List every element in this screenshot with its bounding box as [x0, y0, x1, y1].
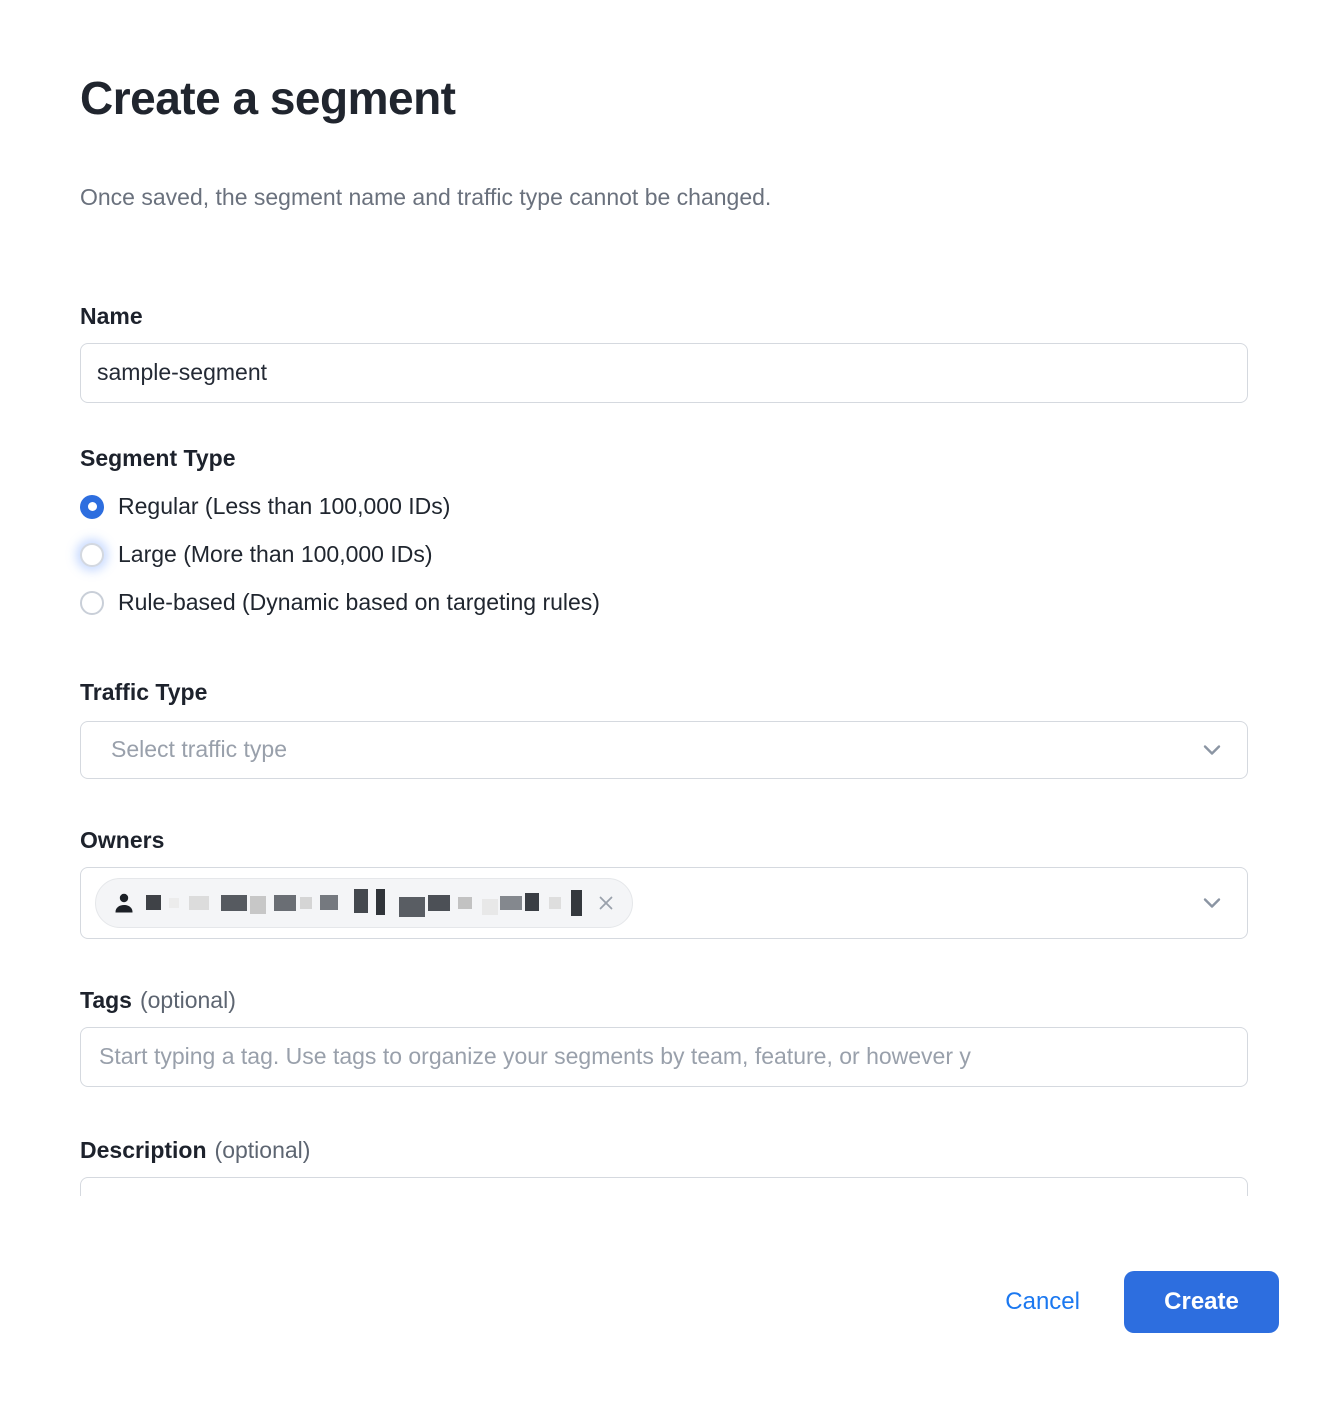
radio-unselected-icon[interactable]: [80, 591, 104, 615]
description-group: Description (optional): [80, 1135, 1248, 1196]
segment-type-label: Segment Type: [80, 443, 1248, 473]
radio-option-regular[interactable]: Regular (Less than 100,000 IDs): [80, 483, 1248, 531]
modal-body: Create a segment Once saved, the segment…: [0, 0, 1328, 1196]
description-textarea[interactable]: [80, 1177, 1248, 1196]
description-optional-text: (optional): [215, 1137, 311, 1163]
radio-option-large[interactable]: Large (More than 100,000 IDs): [80, 531, 1248, 579]
segment-type-group: Segment Type Regular (Less than 100,000 …: [80, 443, 1248, 627]
chevron-down-icon: [1199, 737, 1225, 763]
owners-select[interactable]: [80, 867, 1248, 939]
name-input[interactable]: [80, 343, 1248, 403]
owners-group: Owners: [80, 825, 1248, 939]
chevron-down-icon: [1199, 890, 1225, 916]
description-label-text: Description: [80, 1137, 207, 1163]
radio-option-label: Rule-based (Dynamic based on targeting r…: [118, 589, 600, 616]
tags-label: Tags (optional): [80, 985, 1248, 1015]
name-field-group: Name: [80, 301, 1248, 403]
traffic-type-label: Traffic Type: [80, 677, 1248, 707]
person-icon: [112, 891, 136, 915]
name-label: Name: [80, 301, 1248, 331]
tags-group: Tags (optional): [80, 985, 1248, 1087]
radio-unselected-icon[interactable]: [80, 543, 104, 567]
redacted-owner-text: [146, 886, 582, 920]
radio-selected-icon[interactable]: [80, 495, 104, 519]
radio-option-label: Regular (Less than 100,000 IDs): [118, 493, 450, 520]
tags-optional-text: (optional): [140, 987, 236, 1013]
radio-option-rule-based[interactable]: Rule-based (Dynamic based on targeting r…: [80, 579, 1248, 627]
owners-label: Owners: [80, 825, 1248, 855]
radio-option-label: Large (More than 100,000 IDs): [118, 541, 433, 568]
owner-chip[interactable]: [95, 878, 633, 928]
traffic-type-placeholder: Select traffic type: [111, 736, 287, 763]
tags-label-text: Tags: [80, 987, 132, 1013]
traffic-type-select[interactable]: Select traffic type: [80, 721, 1248, 779]
modal-footer: Cancel Create: [0, 1271, 1328, 1333]
tags-input[interactable]: [80, 1027, 1248, 1087]
traffic-type-group: Traffic Type Select traffic type: [80, 677, 1248, 779]
page-title: Create a segment: [80, 72, 1248, 125]
segment-type-radio-group: Regular (Less than 100,000 IDs) Large (M…: [80, 483, 1248, 627]
description-label: Description (optional): [80, 1135, 1248, 1165]
create-button[interactable]: Create: [1124, 1271, 1279, 1333]
page-subtitle: Once saved, the segment name and traffic…: [80, 181, 1248, 213]
cancel-button[interactable]: Cancel: [1005, 1288, 1080, 1316]
chip-close-icon[interactable]: [596, 893, 616, 913]
